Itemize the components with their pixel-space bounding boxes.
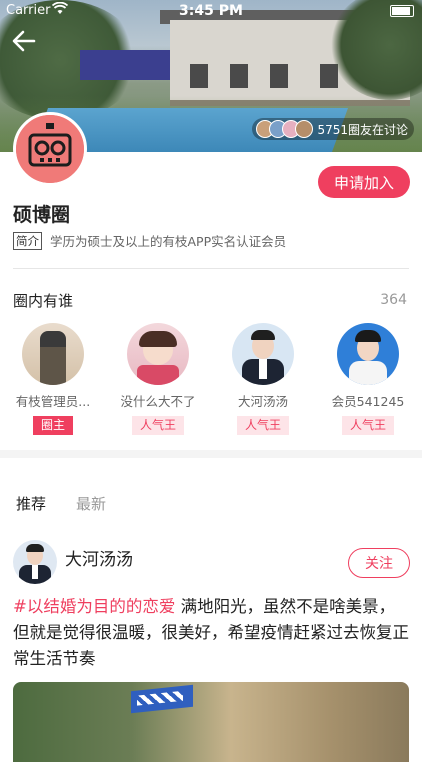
member-role-badge: 人气王 — [131, 416, 184, 435]
members-section-title: 圈内有谁 — [13, 292, 74, 310]
tab-latest[interactable]: 最新 — [76, 493, 106, 514]
discussion-count-text: 5751圈友在讨论 — [317, 122, 408, 137]
member-item[interactable]: 会员541245 人气王 — [323, 323, 413, 435]
member-role-badge: 人气王 — [236, 416, 289, 435]
post-body[interactable]: #以结婚为目的的恋爱 满地阳光，虽然不是啥美景，但就是觉得很温暖，很美好，希望疫… — [13, 594, 409, 672]
member-name: 有枝管理员... — [15, 394, 91, 409]
battery-icon — [390, 5, 414, 17]
feed-tabs: 推荐 最新 — [0, 493, 422, 517]
post-author-avatar[interactable] — [13, 540, 57, 584]
back-arrow-icon[interactable] — [10, 28, 38, 54]
member-item[interactable]: 有枝管理员... 圈主 — [8, 323, 98, 435]
intro-text: 学历为硕士及以上的有枝APP实名认证会员 — [50, 234, 287, 249]
section-separator — [0, 450, 422, 458]
member-item[interactable]: 大河汤汤 人气王 — [218, 323, 308, 435]
tab-recommended[interactable]: 推荐 — [16, 493, 46, 514]
follow-button[interactable]: 关注 — [348, 548, 410, 578]
member-role-badge: 人气王 — [341, 416, 394, 435]
circle-logo-icon — [16, 115, 84, 183]
post-author-name[interactable]: 大河汤汤 — [65, 545, 133, 570]
road-sign-graphic — [131, 684, 193, 714]
discussion-indicator[interactable]: 5751圈友在讨论 — [252, 118, 414, 140]
member-role-badge: 圈主 — [32, 416, 73, 435]
member-item[interactable]: 没什么大不了 人气王 — [113, 323, 203, 435]
circle-logo — [13, 112, 87, 186]
members-count[interactable]: 364 — [380, 292, 407, 308]
status-bar: Carrier 3:45 PM — [0, 0, 422, 22]
divider — [13, 268, 409, 269]
member-name: 大河汤汤 — [237, 394, 288, 409]
member-avatar — [22, 323, 84, 385]
intro-tag: 简介 — [13, 231, 42, 250]
member-avatar — [127, 323, 189, 385]
circle-title: 硕博圈 — [13, 204, 71, 226]
member-avatar — [337, 323, 399, 385]
join-circle-button[interactable]: 申请加入 — [318, 166, 410, 198]
status-time: 3:45 PM — [179, 3, 243, 19]
circle-intro: 简介 学历为硕士及以上的有枝APP实名认证会员 — [13, 231, 286, 250]
member-name: 会员541245 — [331, 394, 405, 409]
post-image[interactable] — [13, 682, 409, 762]
member-avatar-icon — [295, 120, 314, 138]
member-avatar — [232, 323, 294, 385]
member-name: 没什么大不了 — [120, 394, 196, 409]
post-topic-link[interactable]: #以结婚为目的的恋爱 — [13, 597, 175, 616]
